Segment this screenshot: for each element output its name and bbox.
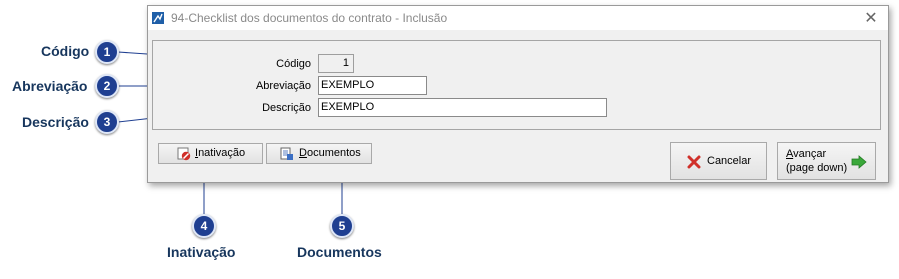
cancel-button-label: Cancelar [707, 155, 752, 167]
callout-badge-4: 4 [192, 214, 216, 238]
abreviacao-label: Abreviação [255, 80, 311, 92]
descricao-label: Descrição [262, 102, 311, 114]
inativacao-button-label: Inativação [195, 147, 246, 159]
callout-label-inativacao: Inativação [167, 244, 236, 260]
app-icon [152, 12, 164, 24]
close-icon: ✕ [864, 8, 878, 27]
callout-badge-1: 1 [95, 40, 119, 64]
cancel-button[interactable]: Cancelar [670, 142, 767, 180]
descricao-field[interactable]: EXEMPLO [318, 98, 607, 117]
abreviacao-field[interactable]: EXEMPLO [318, 76, 427, 95]
inativacao-button[interactable]: Inativação [158, 143, 263, 164]
callout-badge-5: 5 [330, 214, 354, 238]
documentos-button-label: Documentos [299, 147, 361, 159]
callout-label-descricao: Descrição [22, 114, 89, 130]
document-icon [280, 147, 293, 160]
window-title: 94-Checklist dos documentos do contrato … [171, 11, 448, 25]
callout-label-codigo: Código [41, 43, 90, 59]
codigo-field[interactable]: 1 [318, 54, 354, 73]
cancel-x-icon [687, 155, 701, 169]
avancar-button-sublabel: (page down) [786, 162, 848, 174]
callout-label-abreviacao: Abreviação [12, 78, 88, 94]
codigo-label: Código [276, 58, 311, 70]
callout-label-documentos: Documentos [297, 244, 382, 260]
deactivate-icon [177, 147, 191, 161]
callout-badge-3: 3 [95, 110, 119, 134]
title-bar: 94-Checklist dos documentos do contrato … [148, 6, 888, 30]
callout-badge-2: 2 [95, 74, 119, 98]
dialog-window: 94-Checklist dos documentos do contrato … [147, 5, 889, 183]
avancar-button[interactable]: Avançar (page down) [777, 142, 876, 180]
arrow-right-icon [851, 155, 867, 169]
documentos-button[interactable]: Documentos [266, 143, 372, 164]
close-button[interactable]: ✕ [860, 8, 882, 28]
avancar-button-label: Avançar [786, 148, 827, 160]
